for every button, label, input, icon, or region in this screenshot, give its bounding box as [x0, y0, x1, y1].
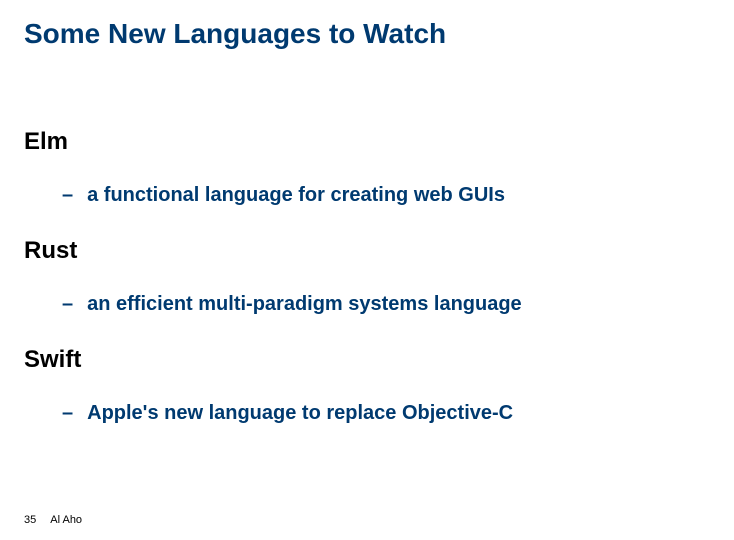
slide: Some New Languages to Watch Elm – a func…	[0, 0, 734, 540]
author-name: Al Aho	[50, 514, 82, 526]
slide-footer: 35 Al Aho	[24, 514, 82, 526]
bullet-text: a functional language for creating web G…	[87, 184, 505, 207]
bullet-text: Apple's new language to replace Objectiv…	[87, 402, 513, 425]
section-elm: Elm – a functional language for creating…	[24, 128, 710, 207]
bullet-dash-icon: –	[62, 293, 73, 316]
bullet-dash-icon: –	[62, 402, 73, 425]
bullet-text: an efficient multi-paradigm systems lang…	[87, 293, 522, 316]
section-heading: Rust	[24, 237, 710, 265]
bullet-item: – an efficient multi-paradigm systems la…	[62, 293, 710, 316]
section-rust: Rust – an efficient multi-paradigm syste…	[24, 237, 710, 316]
bullet-dash-icon: –	[62, 184, 73, 207]
bullet-item: – Apple's new language to replace Object…	[62, 402, 710, 425]
section-swift: Swift – Apple's new language to replace …	[24, 346, 710, 425]
page-number: 35	[24, 514, 36, 526]
slide-title: Some New Languages to Watch	[24, 18, 710, 50]
section-heading: Swift	[24, 346, 710, 374]
section-heading: Elm	[24, 128, 710, 156]
bullet-item: – a functional language for creating web…	[62, 184, 710, 207]
